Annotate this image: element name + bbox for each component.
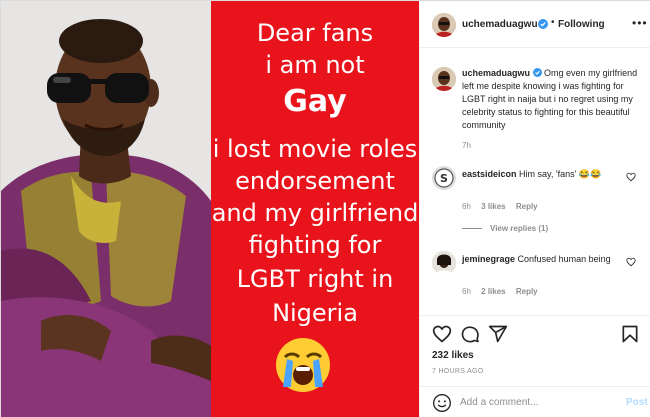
quote-line: Nigeria bbox=[272, 299, 358, 327]
comment-likes[interactable]: 2 likes bbox=[481, 287, 505, 296]
quote-line: i lost movie roles bbox=[212, 135, 418, 163]
comment-body: Confused human being bbox=[517, 254, 611, 264]
comment-icon[interactable] bbox=[460, 324, 480, 344]
crying-face-icon bbox=[276, 338, 330, 392]
post-sidebar: uchemaduagwu • Following ••• uchemaduagw… bbox=[419, 1, 650, 417]
heart-icon[interactable] bbox=[432, 324, 452, 344]
comment-text: jeminegrage Confused human being bbox=[462, 253, 612, 266]
bookmark-icon[interactable] bbox=[620, 324, 640, 344]
more-horizontal-icon[interactable]: ••• bbox=[632, 16, 648, 30]
svg-text:S: S bbox=[440, 172, 448, 185]
quote-line: Dear fans bbox=[256, 19, 374, 47]
quote-line: fighting for bbox=[248, 231, 382, 259]
comment-input[interactable] bbox=[460, 392, 610, 412]
like-comment-heart-icon[interactable] bbox=[626, 257, 636, 267]
avatar[interactable] bbox=[432, 13, 456, 37]
avatar[interactable] bbox=[432, 67, 456, 91]
avatar[interactable]: S bbox=[432, 166, 456, 190]
comment-meta: 6h 3 likes Reply bbox=[462, 202, 546, 211]
view-replies-button[interactable]: View replies (1) bbox=[462, 224, 548, 233]
comment-likes[interactable]: 3 likes bbox=[481, 202, 505, 211]
header-username-link[interactable]: uchemaduagwu bbox=[462, 19, 538, 30]
man-photo bbox=[1, 1, 211, 417]
caption-username-link[interactable]: uchemaduagwu bbox=[462, 68, 530, 78]
post-actions: 232 likes 7 HOURS AGO Post bbox=[420, 315, 650, 417]
share-icon[interactable] bbox=[488, 324, 508, 344]
comment-meta: 6h 2 likes Reply bbox=[462, 287, 546, 296]
comment-text: eastsideicon Him say, 'fans' 😂😂 bbox=[462, 168, 612, 181]
post-timestamp[interactable]: 7 HOURS AGO bbox=[432, 368, 484, 375]
add-comment-bar: Post bbox=[420, 386, 650, 417]
avatar[interactable] bbox=[432, 251, 456, 275]
emoji-smile-icon[interactable] bbox=[432, 393, 452, 413]
comment-body: Him say, 'fans' 😂😂 bbox=[519, 169, 602, 179]
comment-username-link[interactable]: eastsideicon bbox=[462, 169, 517, 179]
reply-button[interactable]: Reply bbox=[516, 287, 538, 296]
view-replies-label: View replies (1) bbox=[490, 224, 549, 233]
divider-line bbox=[462, 228, 482, 230]
following-button[interactable]: Following bbox=[558, 19, 605, 30]
reply-button[interactable]: Reply bbox=[516, 202, 538, 211]
post-comment-button[interactable]: Post bbox=[626, 397, 648, 408]
like-comment-heart-icon[interactable] bbox=[626, 172, 636, 182]
verified-badge-icon bbox=[532, 68, 542, 77]
comment-username-link[interactable]: jeminegrage bbox=[462, 254, 515, 264]
caption-timestamp[interactable]: 7h bbox=[462, 141, 471, 150]
quote-line: and my girlfriend bbox=[211, 199, 419, 227]
comment-time[interactable]: 6h bbox=[462, 202, 471, 211]
verified-badge-icon bbox=[538, 19, 548, 29]
instagram-post: Dear fans i am not Gay i lost movie role… bbox=[0, 0, 650, 417]
quote-line: i am not bbox=[265, 51, 365, 79]
caption-text: uchemaduagwu Omg even my girlfriend left… bbox=[462, 67, 640, 132]
quote-line: LGBT right in bbox=[236, 265, 394, 293]
post-media[interactable]: Dear fans i am not Gay i lost movie role… bbox=[1, 1, 419, 417]
separator-dot: • bbox=[551, 17, 555, 28]
likes-count[interactable]: 232 likes bbox=[432, 350, 474, 361]
quote-line-emphasis: Gay bbox=[283, 84, 347, 119]
quote-line: endorsement bbox=[235, 167, 395, 195]
post-header: uchemaduagwu • Following ••• bbox=[420, 1, 650, 48]
comment-time[interactable]: 6h bbox=[462, 287, 471, 296]
